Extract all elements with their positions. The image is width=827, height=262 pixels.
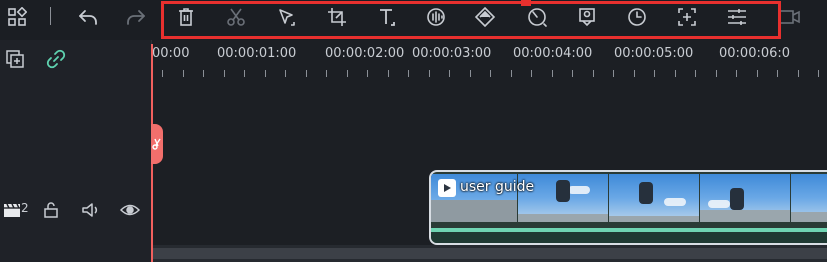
ruler-tick (408, 70, 409, 77)
ruler-tick (634, 70, 635, 77)
layout-icon[interactable] (3, 4, 31, 30)
time-label: 00:00:06:0 (719, 46, 791, 61)
ruler-tick (429, 70, 430, 77)
clip-thumbnail (791, 174, 827, 222)
toolbar-separator (50, 7, 51, 25)
color-icon[interactable] (472, 4, 500, 30)
track-header-panel (0, 40, 151, 262)
ruler-tick (265, 70, 266, 77)
duration-icon[interactable] (623, 4, 651, 30)
time-label: 00:00:04:00 (513, 46, 593, 61)
time-ruler[interactable]: 00:00 00:00:01:00 00:00:02:00 00:00:03:0… (152, 40, 827, 80)
ruler-tick (470, 70, 471, 77)
eye-icon[interactable] (118, 198, 142, 222)
timeline-scrollbar[interactable] (152, 245, 827, 262)
timeline-toolbar (0, 0, 827, 40)
ruler-tick (798, 70, 799, 77)
time-label: 00:00:05:00 (614, 46, 694, 61)
clip-thumbnail (609, 174, 699, 222)
time-label: 00:00:03:00 (412, 46, 492, 61)
highlight-marker (521, 0, 531, 6)
link-icon[interactable] (44, 47, 68, 71)
ruler-tick (593, 70, 594, 77)
ruler-tick (347, 70, 348, 77)
clip-play-icon[interactable] (438, 179, 456, 197)
ruler-tick (326, 70, 327, 77)
ruler-tick (757, 70, 758, 77)
ruler-tick (552, 70, 553, 77)
text-icon[interactable] (373, 4, 401, 30)
ruler-tick (531, 70, 532, 77)
lock-icon[interactable] (39, 198, 63, 222)
ruler-tick (654, 70, 655, 77)
ruler-tick (367, 70, 368, 77)
playhead-handle[interactable] (151, 124, 163, 164)
redo-icon[interactable] (122, 4, 150, 30)
zoom-icon[interactable] (673, 4, 701, 30)
track-number: 2 (21, 201, 29, 215)
ruler-tick (777, 70, 778, 77)
speed-icon[interactable] (523, 4, 551, 30)
delete-icon[interactable] (172, 4, 200, 30)
ruler-tick (736, 70, 737, 77)
add-track-icon[interactable] (3, 47, 27, 71)
select-tool-icon[interactable] (273, 4, 301, 30)
stabilize-icon[interactable] (573, 4, 601, 30)
time-label: 00:00:01:00 (217, 46, 297, 61)
ruler-tick (572, 70, 573, 77)
ruler-tick (511, 70, 512, 77)
ruler-tick (490, 70, 491, 77)
ruler-tick (183, 70, 184, 77)
clip-audio-area (431, 232, 827, 243)
ruler-tick (203, 70, 204, 77)
clip-title: user guide (460, 179, 535, 195)
audio-icon[interactable] (423, 4, 451, 30)
cut-icon[interactable] (222, 4, 250, 30)
ruler-tick (306, 70, 307, 77)
record-icon[interactable] (774, 4, 802, 30)
crop-icon[interactable] (323, 4, 351, 30)
time-label: 00:00:02:00 (325, 46, 405, 61)
adjust-icon[interactable] (723, 4, 751, 30)
scrollbar-thumb[interactable] (152, 248, 827, 259)
ruler-tick (388, 70, 389, 77)
ruler-tick (818, 70, 819, 77)
undo-icon[interactable] (74, 4, 102, 30)
ruler-tick (675, 70, 676, 77)
ruler-tick (244, 70, 245, 77)
ruler-tick (695, 70, 696, 77)
ruler-tick (285, 70, 286, 77)
time-label: 00:00 (152, 46, 190, 61)
clip-thumbnail (700, 174, 790, 222)
ruler-tick (224, 70, 225, 77)
volume-icon[interactable] (79, 198, 103, 222)
ruler-tick (716, 70, 717, 77)
ruler-tick (613, 70, 614, 77)
ruler-tick (449, 70, 450, 77)
ruler-tick (162, 70, 163, 77)
